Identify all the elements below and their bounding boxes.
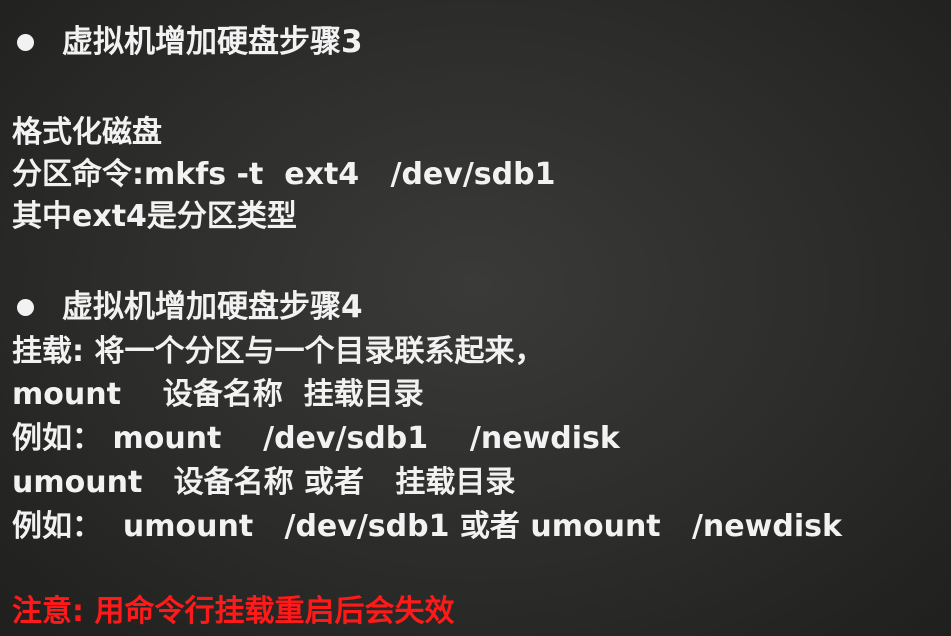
step4-line-mount-desc: 挂载: 将一个分区与一个目录联系起来， [12,334,545,369]
step3-line-format: 格式化磁盘 [12,115,162,150]
warning-note: 注意: 用命令行挂载重启后会失效 [12,594,455,629]
step3-heading: 虚拟机增加硬盘步骤3 [14,22,363,62]
bullet-icon [17,298,34,316]
slide: 虚拟机增加硬盘步骤3 格式化磁盘 分区命令:mkfs -t ext4 /dev/… [0,0,951,636]
bullet-icon [17,33,34,51]
step4-heading-text: 虚拟机增加硬盘步骤4 [62,289,363,325]
step3-line-type: 其中ext4是分区类型 [12,199,297,234]
step4-line-umount-example: 例如： umount /dev/sdb1 或者 umount /newdisk [12,509,842,544]
step4-line-mount-syntax: mount 设备名称 挂载目录 [12,377,424,412]
step3-line-command: 分区命令:mkfs -t ext4 /dev/sdb1 [12,157,556,192]
step4-line-mount-example: 例如： mount /dev/sdb1 /newdisk [12,421,620,456]
step3-heading-text: 虚拟机增加硬盘步骤3 [62,24,363,60]
step4-heading: 虚拟机增加硬盘步骤4 [14,287,363,327]
step4-line-umount-syntax: umount 设备名称 或者 挂载目录 [12,465,516,500]
